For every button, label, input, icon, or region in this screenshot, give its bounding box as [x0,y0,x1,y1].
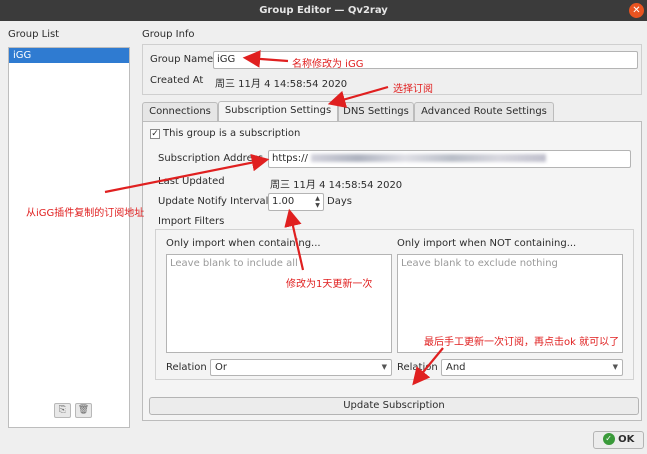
arrow-interval [284,208,305,271]
annotation-select-tab: 选择订阅 [393,84,433,95]
annotation-interval: 修改为1天更新一次 [286,279,373,290]
arrow-finally [412,347,444,386]
annotation-copy-address: 从iGG插件复制的订阅地址 [26,208,145,219]
arrow-copy-address [104,153,270,194]
annotation-finally: 最后手工更新一次订阅，再点击ok 就可以了 [424,337,620,348]
arrow-rename [242,50,289,68]
annotation-rename: 名称修改为 iGG [292,59,364,70]
arrow-select-tab [327,85,389,108]
